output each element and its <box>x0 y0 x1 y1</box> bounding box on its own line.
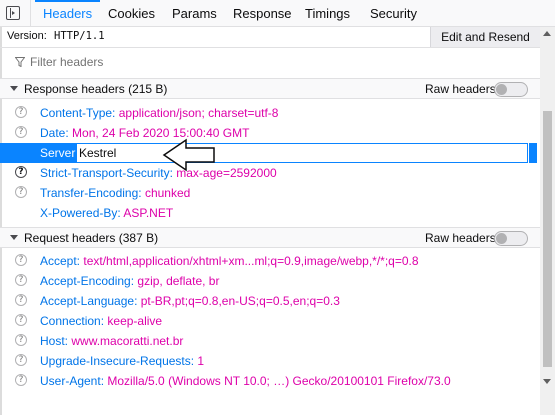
response-header-row[interactable]: ? Content-Type: application/json; charse… <box>0 103 540 123</box>
raw-headers-label: Raw headers <box>425 82 496 96</box>
help-icon[interactable]: ? <box>15 254 27 266</box>
tab-security[interactable]: Security <box>362 0 425 26</box>
request-header-row[interactable]: ? User-Agent: Mozilla/5.0 (Windows NT 10… <box>0 371 540 391</box>
response-header-row[interactable]: ? Transfer-Encoding: chunked <box>0 183 540 203</box>
request-header-row[interactable]: ? Connection: keep-alive <box>0 311 540 331</box>
header-name: Server: <box>40 146 79 160</box>
header-value: pt-BR,pt;q=0.8,en-US;q=0.5,en;q=0.3 <box>140 294 340 308</box>
header-value: gzip, deflate, br <box>137 274 220 288</box>
left-arrow-annotation-icon <box>162 138 215 172</box>
help-icon[interactable]: ? <box>15 274 27 286</box>
header-name: Strict-Transport-Security: <box>40 166 173 180</box>
header-value: chunked <box>144 186 191 200</box>
header-value: Mozilla/5.0 (Windows NT 10.0; …) Gecko/2… <box>107 374 451 388</box>
filter-headers-input[interactable] <box>30 54 510 70</box>
toggle-knob <box>496 233 507 244</box>
header-name: Host: <box>40 334 69 348</box>
header-name: X-Powered-By: <box>40 206 121 220</box>
header-value-edit-field[interactable]: Kestrel <box>76 143 528 163</box>
header-value: www.macoratti.net.br <box>71 334 184 348</box>
help-icon[interactable]: ? <box>15 334 27 346</box>
toggle-sidebar-icon[interactable] <box>6 6 20 20</box>
collapse-twisty-icon[interactable] <box>10 235 18 240</box>
raw-headers-label: Raw headers <box>425 231 496 245</box>
help-icon[interactable]: ? <box>15 126 27 138</box>
request-headers-section-header[interactable]: Request headers (387 B) Raw headers <box>0 227 540 248</box>
raw-headers-toggle[interactable] <box>494 231 528 246</box>
request-header-row[interactable]: ? Accept-Language: pt-BR,pt;q=0.8,en-US;… <box>0 291 540 311</box>
help-icon[interactable]: ? <box>15 314 27 326</box>
tab-headers[interactable]: Headers <box>35 0 101 26</box>
header-name-row-4: Host: www.macoratti.net.br <box>40 334 183 348</box>
tab-response[interactable]: Response <box>225 0 300 26</box>
toggle-knob <box>496 84 507 95</box>
response-headers-section-header[interactable]: Response headers (215 B) Raw headers <box>0 78 540 99</box>
header-name: Connection: <box>40 314 105 328</box>
header-name: Accept-Encoding: <box>40 274 135 288</box>
request-header-row[interactable]: ? Host: www.macoratti.net.br <box>0 331 540 351</box>
request-headers-title: Request headers (387 B) <box>24 231 159 245</box>
help-icon[interactable]: ? <box>15 106 27 118</box>
response-header-row[interactable]: ? Strict-Transport-Security: max-age=259… <box>0 163 540 183</box>
vertical-scrollbar[interactable] <box>540 27 555 415</box>
scroll-down-arrow-icon[interactable] <box>543 379 551 384</box>
scrollbar-thumb[interactable] <box>543 111 552 367</box>
header-value: Mon, 24 Feb 2020 15:00:40 GMT <box>72 126 250 140</box>
raw-headers-toggle[interactable] <box>494 82 528 97</box>
help-icon[interactable]: ? <box>15 354 27 366</box>
filter-icon <box>15 57 25 67</box>
header-value: text/html,application/xhtml+xm...ml;q=0.… <box>83 254 419 268</box>
row-selection-highlight-end <box>529 143 537 163</box>
request-header-row[interactable]: ? Accept-Encoding: gzip, deflate, br <box>0 271 540 291</box>
header-value: keep-alive <box>107 314 163 328</box>
header-name-row-2: Accept-Language: pt-BR,pt;q=0.8,en-US;q=… <box>40 294 340 308</box>
header-name: User-Agent: <box>40 374 105 388</box>
help-icon[interactable]: ? <box>15 166 27 178</box>
header-name-row-0: Content-Type: application/json; charset=… <box>40 106 278 120</box>
header-name: Date: <box>40 126 69 140</box>
scroll-up-arrow-icon[interactable] <box>543 31 551 36</box>
tab-separator <box>30 0 31 26</box>
header-value: ASP.NET <box>123 206 174 220</box>
header-name-row-1: Accept-Encoding: gzip, deflate, br <box>40 274 219 288</box>
header-name-row-5: Upgrade-Insecure-Requests: 1 <box>40 354 204 368</box>
header-name-row-4: Transfer-Encoding: chunked <box>40 186 190 200</box>
version-value: HTTP/1.1 <box>54 30 105 42</box>
request-header-row[interactable]: ? Accept: text/html,application/xhtml+xm… <box>0 251 540 271</box>
help-icon[interactable]: ? <box>15 294 27 306</box>
collapse-twisty-icon[interactable] <box>10 86 18 91</box>
response-header-row-editing[interactable]: Server: Kestrel <box>0 143 540 163</box>
header-name-row-3: Strict-Transport-Security: max-age=25920… <box>40 166 277 180</box>
tab-timings[interactable]: Timings <box>297 0 358 26</box>
header-name-row-3: Connection: keep-alive <box>40 314 162 328</box>
response-header-row[interactable]: X-Powered-By: ASP.NET <box>0 203 540 223</box>
edit-and-resend-button[interactable]: Edit and Resend <box>430 27 540 47</box>
header-name: Content-Type: <box>40 106 116 120</box>
header-name-row-5: X-Powered-By: ASP.NET <box>40 206 173 220</box>
header-name: Accept: <box>40 254 81 268</box>
header-value: 1 <box>197 354 205 368</box>
tab-params[interactable]: Params <box>164 0 225 26</box>
header-name: Transfer-Encoding: <box>40 186 142 200</box>
header-name-row-1: Date: Mon, 24 Feb 2020 15:00:40 GMT <box>40 126 249 140</box>
response-headers-title: Response headers (215 B) <box>24 82 168 96</box>
version-label: Version: <box>7 30 47 42</box>
request-header-row[interactable]: ? Upgrade-Insecure-Requests: 1 <box>0 351 540 371</box>
header-name-row-6: User-Agent: Mozilla/5.0 (Windows NT 10.0… <box>40 374 451 388</box>
version-row: Version: HTTP/1.1 Edit and Resend <box>0 27 540 48</box>
header-name: Upgrade-Insecure-Requests: <box>40 354 195 368</box>
panel-tab-bar: Headers Cookies Params Response Timings … <box>0 0 555 27</box>
filter-row <box>0 52 540 72</box>
header-name: Accept-Language: <box>40 294 138 308</box>
header-value: application/json; charset=utf-8 <box>118 106 279 120</box>
header-value: Kestrel <box>79 146 117 160</box>
help-icon[interactable]: ? <box>15 374 27 386</box>
header-name-row-0: Accept: text/html,application/xhtml+xm..… <box>40 254 419 268</box>
response-header-row[interactable]: ? Date: Mon, 24 Feb 2020 15:00:40 GMT <box>0 123 540 143</box>
tab-cookies[interactable]: Cookies <box>100 0 163 26</box>
help-icon[interactable]: ? <box>15 186 27 198</box>
